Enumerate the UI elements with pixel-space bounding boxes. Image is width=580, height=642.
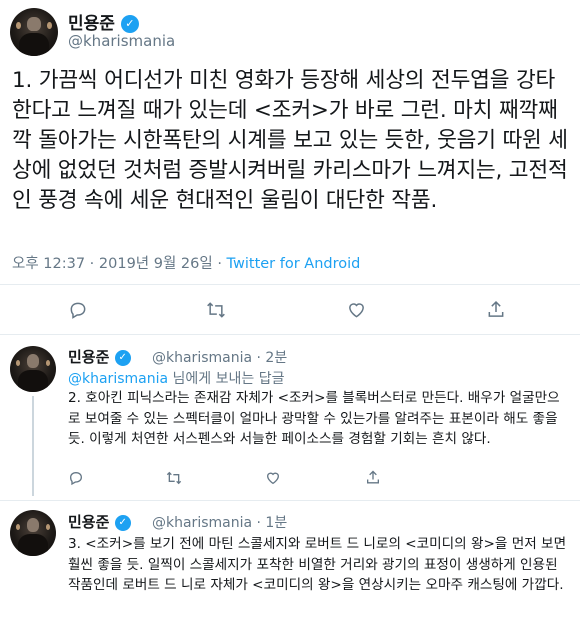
reply-handle-time[interactable]: @kharismania · 2분 xyxy=(152,347,287,367)
verified-badge-icon: ✓ xyxy=(120,15,139,33)
reply-icon[interactable] xyxy=(68,300,88,325)
share-icon[interactable] xyxy=(486,299,506,325)
like-icon[interactable] xyxy=(265,470,281,490)
tweet-text: 1. 가끔씩 어디선가 미친 영화가 등장해 세상의 전두엽을 강타한다고 느껴… xyxy=(12,68,568,213)
thread-line xyxy=(32,396,34,496)
author-display-name[interactable]: 민용준 ✓ xyxy=(68,9,139,34)
author-avatar[interactable] xyxy=(10,8,58,56)
tweet-actions xyxy=(0,296,580,326)
reply-text: 3. <조커>를 보기 전에 마틴 스콜세지와 로버트 드 니로의 <코미디의 … xyxy=(68,536,567,593)
tweet-timestamp[interactable]: 오후 12:37 · 2019년 9월 26일 · xyxy=(12,256,227,272)
retweet-icon[interactable] xyxy=(165,470,183,490)
reply-to-line: @kharismania 님에게 보내는 답글 xyxy=(68,368,284,388)
mention-link[interactable]: @kharismania xyxy=(68,371,168,387)
tweet-source-link[interactable]: Twitter for Android xyxy=(227,256,361,272)
reply-author-name-text: 민용준 xyxy=(68,348,110,366)
reply-icon[interactable] xyxy=(68,470,84,490)
divider xyxy=(0,284,580,285)
author-handle[interactable]: @kharismania xyxy=(68,32,175,50)
reply-handle-time[interactable]: @kharismania · 1분 xyxy=(152,512,287,532)
verified-badge-icon: ✓ xyxy=(114,349,131,366)
reply-author-name-text: 민용준 xyxy=(68,513,110,531)
retweet-icon[interactable] xyxy=(205,300,227,325)
reply-avatar[interactable] xyxy=(10,346,56,392)
reply-text: 2. 호아킨 피닉스라는 존재감 자체가 <조커>를 블록버스터로 만든다. 배… xyxy=(68,390,560,447)
reply-author-name[interactable]: 민용준 ✓ xyxy=(68,511,131,532)
divider xyxy=(0,500,580,501)
divider xyxy=(0,334,580,335)
like-icon[interactable] xyxy=(346,300,367,325)
reply-author-name[interactable]: 민용준 ✓ xyxy=(68,346,131,367)
reply-avatar[interactable] xyxy=(10,510,56,556)
tweet-meta: 오후 12:37 · 2019년 9월 26일 · Twitter for An… xyxy=(12,252,360,273)
author-name-text: 민용준 xyxy=(68,14,115,34)
verified-badge-icon: ✓ xyxy=(114,514,131,531)
reply-to-suffix: 님에게 보내는 답글 xyxy=(168,371,285,387)
share-icon[interactable] xyxy=(365,469,381,490)
